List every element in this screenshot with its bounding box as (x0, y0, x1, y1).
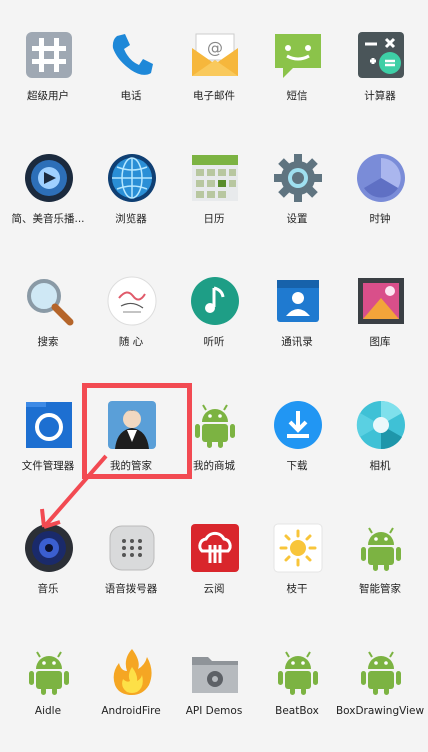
app-label: 智能管家 (359, 583, 401, 595)
app-label: BoxDrawingView (335, 705, 425, 717)
app-superuser[interactable]: 超级用户 (6, 30, 90, 130)
app-label: 随 心 (118, 336, 144, 348)
android-icon (195, 404, 235, 448)
app-androidfire[interactable]: AndroidFire (89, 647, 173, 747)
voice-dialer-icon (109, 525, 155, 571)
highlight-arrow (40, 454, 108, 529)
settings-gear-icon (274, 154, 322, 202)
app-label: Aidle (34, 705, 62, 717)
app-download[interactable]: 下载 (255, 400, 339, 500)
sun-icon (273, 523, 323, 573)
app-phone[interactable]: 电话 (89, 30, 173, 130)
app-label: 枝干 (286, 583, 308, 595)
calculator-icon (358, 32, 404, 78)
app-label: 计算器 (364, 90, 396, 102)
app-label: 电子邮件 (193, 90, 235, 102)
contacts-icon (277, 280, 319, 322)
app-label: 短信 (286, 90, 308, 102)
music-note-icon (191, 277, 239, 325)
suixin-icon (107, 276, 157, 326)
app-smart-butler[interactable]: 智能管家 (338, 523, 422, 623)
app-sms[interactable]: 短信 (255, 30, 339, 130)
app-settings[interactable]: 设置 (255, 153, 339, 253)
app-label: AndroidFire (101, 705, 161, 717)
app-email[interactable]: @ 电子邮件 (172, 30, 256, 130)
email-icon: @ (192, 33, 238, 76)
app-calendar[interactable]: 日历 (172, 153, 256, 253)
cloud-reader-icon (191, 524, 239, 572)
app-label: 设置 (286, 213, 308, 225)
app-search[interactable]: 搜索 (6, 276, 90, 376)
app-tingting[interactable]: 听听 (172, 276, 256, 376)
download-icon (274, 401, 322, 449)
app-suixin[interactable]: 随 心 (89, 276, 173, 376)
app-browser[interactable]: 浏览器 (89, 153, 173, 253)
app-label: 下载 (286, 460, 308, 472)
browser-globe-icon (108, 154, 156, 202)
app-label: 通讯录 (281, 336, 313, 348)
app-label: 图库 (369, 336, 391, 348)
app-label: 日历 (203, 213, 225, 225)
app-label: 时钟 (369, 213, 391, 225)
app-label: 搜索 (37, 336, 59, 348)
app-label: 听听 (203, 336, 225, 348)
app-cloud-reader[interactable]: 云阅 (172, 523, 256, 623)
app-boxdrawingview[interactable]: BoxDrawingView (336, 647, 424, 747)
sms-icon (275, 34, 321, 78)
app-label: 电话 (120, 90, 142, 102)
app-beatbox[interactable]: BeatBox (255, 647, 339, 747)
app-label: 简、美音乐播... (11, 213, 85, 225)
android-icon (361, 651, 401, 695)
app-label: API Demos (185, 705, 243, 717)
app-label: 浏览器 (115, 213, 147, 225)
phone-icon (112, 34, 153, 75)
fire-icon (113, 649, 152, 695)
app-api-demos[interactable]: API Demos (172, 647, 256, 747)
app-label: 相机 (369, 460, 391, 472)
app-label: 超级用户 (27, 90, 69, 102)
app-label: BeatBox (275, 705, 319, 717)
app-calculator[interactable]: 计算器 (338, 30, 422, 130)
camera-aperture-icon (356, 400, 405, 450)
app-music-player[interactable]: 简、美音乐播... (6, 153, 90, 253)
android-icon (361, 527, 401, 571)
app-zhigan[interactable]: 枝干 (255, 523, 339, 623)
music-player-icon (25, 154, 73, 202)
calendar-icon (192, 155, 238, 201)
clock-icon (357, 154, 405, 202)
svg-text:@: @ (207, 38, 223, 57)
app-contacts[interactable]: 通讯录 (255, 276, 339, 376)
folder-gear-icon (192, 657, 238, 693)
gallery-icon (358, 278, 404, 324)
app-clock[interactable]: 时钟 (338, 153, 422, 253)
android-icon (29, 651, 69, 695)
app-label: 云阅 (203, 583, 225, 595)
app-camera[interactable]: 相机 (338, 400, 422, 500)
search-magnifier-icon (27, 279, 74, 326)
android-icon (278, 651, 318, 695)
superuser-icon (26, 32, 72, 78)
app-aidle[interactable]: Aidle (6, 647, 90, 747)
app-gallery[interactable]: 图库 (338, 276, 422, 376)
